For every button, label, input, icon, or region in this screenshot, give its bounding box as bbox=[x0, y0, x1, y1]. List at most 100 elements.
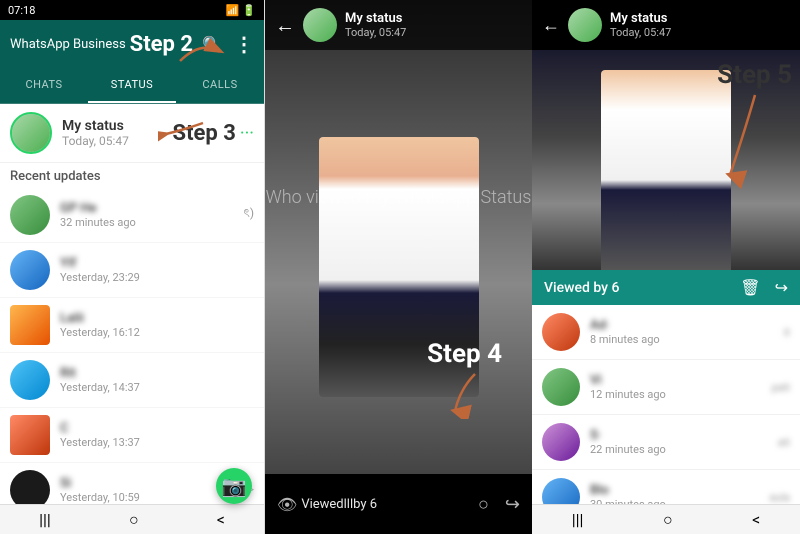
viewer-item[interactable]: S· 22 minutes ago ati bbox=[532, 415, 800, 470]
my-status-time: Today, 05:47 bbox=[62, 134, 173, 148]
app-header: WhatsApp Business Step 2 🔍 ⋮ bbox=[0, 20, 264, 68]
nav-recent-apps[interactable]: ||| bbox=[39, 510, 51, 529]
viewer-name: Vi bbox=[590, 373, 666, 388]
contact-right: ৎ) bbox=[243, 205, 254, 225]
avatar bbox=[10, 470, 50, 504]
list-item[interactable]: YIf Yesterday, 23:29 bbox=[0, 243, 264, 298]
bottom-nav: ||| ○ < bbox=[0, 504, 264, 534]
step5-label: Step 5 bbox=[717, 60, 792, 90]
contact-name: GP He bbox=[60, 201, 243, 216]
circle-icon[interactable]: ○ bbox=[478, 494, 489, 515]
contact-time: 32 minutes ago bbox=[60, 216, 243, 229]
list-item[interactable]: GP He 32 minutes ago ৎ) bbox=[0, 188, 264, 243]
story-footer: 👁 Viewedlllby 6 ○ ↪ bbox=[265, 474, 532, 534]
list-item[interactable]: Lalii Yesterday, 16:12 bbox=[0, 298, 264, 353]
avatar bbox=[10, 415, 50, 455]
viewed-by-action-icons: 🗑 ↪ bbox=[740, 278, 788, 297]
avatar bbox=[10, 360, 50, 400]
back-button[interactable]: ← bbox=[542, 15, 560, 36]
more-icon[interactable]: ⋮ bbox=[234, 32, 254, 56]
story-time: Today, 05:47 bbox=[610, 26, 671, 39]
contact-name: C bbox=[60, 421, 254, 436]
footer-icons: ○ ↪ bbox=[478, 494, 520, 515]
panel3-story-header: ← My status Today, 05:47 bbox=[532, 0, 800, 50]
my-status-more[interactable]: ··· bbox=[240, 123, 254, 144]
step5-annotation: Step 5 bbox=[717, 60, 792, 90]
list-item[interactable]: Rit Yesterday, 14:37 bbox=[0, 353, 264, 408]
nav-home[interactable]: ○ bbox=[663, 510, 673, 530]
eye-icon: 👁 bbox=[277, 495, 297, 514]
avatar bbox=[10, 250, 50, 290]
tab-calls[interactable]: CALLS bbox=[176, 68, 264, 103]
viewed-by-bar: Viewed by 6 🗑 ↪ bbox=[532, 270, 800, 305]
story-time: Today, 05:47 bbox=[345, 26, 406, 39]
share-icon[interactable]: ↪ bbox=[775, 278, 788, 297]
who-viewed-overlay: Who viewed my WhatsApp Status bbox=[265, 187, 532, 208]
viewed-by-text: Viewed by 6 bbox=[544, 280, 619, 296]
time: 07:18 bbox=[8, 4, 35, 17]
step2-badge: Step 2 bbox=[130, 32, 193, 57]
viewer-name: Blo bbox=[590, 483, 666, 498]
contact-time: Yesterday, 23:29 bbox=[60, 271, 254, 284]
camera-fab[interactable]: 📷 bbox=[216, 468, 252, 504]
panel3-story-photo: Step 5 bbox=[532, 50, 800, 270]
viewer-role: ati bbox=[778, 436, 790, 449]
search-icon[interactable]: 🔍 bbox=[202, 35, 222, 54]
avatar bbox=[10, 195, 50, 235]
step5-arrow-svg bbox=[700, 90, 780, 190]
my-status-info: My status Today, 05:47 bbox=[62, 118, 173, 148]
viewer-item[interactable]: Blo 30 minutes ago aula bbox=[532, 470, 800, 504]
contact-time: Yesterday, 14:37 bbox=[60, 381, 254, 394]
story-title: My status bbox=[345, 11, 406, 26]
step4-label: Step 4 bbox=[427, 339, 502, 369]
share-icon[interactable]: ↪ bbox=[505, 494, 520, 515]
viewer-time: 12 minutes ago bbox=[590, 388, 666, 401]
panel-viewed-by: ← My status Today, 05:47 Step 5 Viewed b… bbox=[532, 0, 800, 534]
viewer-time: 22 minutes ago bbox=[590, 443, 666, 456]
story-avatar bbox=[303, 8, 337, 42]
contact-time: Yesterday, 13:37 bbox=[60, 436, 254, 449]
list-item[interactable]: C Yesterday, 13:37 bbox=[0, 408, 264, 463]
nav-back[interactable]: < bbox=[752, 510, 760, 529]
status-bar: 07:18 📶 🔋 bbox=[0, 0, 264, 20]
nav-tabs: CHATS STATUS CALLS bbox=[0, 68, 264, 104]
viewer-role: it bbox=[784, 326, 790, 339]
viewer-item[interactable]: Ad· 8 minutes ago it bbox=[532, 305, 800, 360]
viewed-count: Viewedlllby 6 bbox=[301, 497, 478, 512]
viewer-avatar bbox=[542, 313, 580, 351]
nav-recent-apps[interactable]: ||| bbox=[572, 510, 584, 529]
tab-chats[interactable]: CHATS bbox=[0, 68, 88, 103]
status-icons: 📶 🔋 bbox=[226, 4, 256, 17]
contact-time: Yesterday, 16:12 bbox=[60, 326, 254, 339]
contact-name: Lalii bbox=[60, 311, 254, 326]
avatar bbox=[10, 305, 50, 345]
story-avatar bbox=[568, 8, 602, 42]
trash-icon[interactable]: 🗑 bbox=[740, 278, 760, 297]
viewer-role: pati bbox=[772, 381, 790, 394]
nav-back[interactable]: < bbox=[217, 510, 225, 529]
viewer-name: S· bbox=[590, 428, 666, 443]
panel3-bottom-nav: ||| ○ < bbox=[532, 504, 800, 534]
step3-arrow bbox=[158, 118, 208, 142]
my-status-name: My status bbox=[62, 118, 173, 134]
contact-name: Rit bbox=[60, 366, 254, 381]
app-title: WhatsApp Business Step 2 bbox=[10, 32, 193, 57]
back-button[interactable]: ← bbox=[275, 13, 295, 38]
viewer-time: 8 minutes ago bbox=[590, 333, 660, 346]
contact-time: Yesterday, 10:59 bbox=[60, 491, 244, 504]
viewer-avatar bbox=[542, 478, 580, 504]
my-status-avatar bbox=[10, 112, 52, 154]
step4-arrow-svg bbox=[440, 369, 490, 419]
tab-status[interactable]: STATUS bbox=[88, 68, 176, 103]
header-icons[interactable]: 🔍 ⋮ bbox=[202, 32, 254, 56]
my-status-row[interactable]: My status Today, 05:47 Step 3 ··· bbox=[0, 104, 264, 163]
panel-whatsapp-status: 07:18 📶 🔋 WhatsApp Business Step 2 🔍 ⋮ C… bbox=[0, 0, 265, 534]
viewer-item[interactable]: Vi 12 minutes ago pati bbox=[532, 360, 800, 415]
viewer-role: aula bbox=[769, 491, 790, 504]
nav-home[interactable]: ○ bbox=[129, 510, 139, 530]
recent-updates-label: Recent updates bbox=[0, 163, 264, 188]
contact-name: YIf bbox=[60, 256, 254, 271]
app-name-text: WhatsApp Business bbox=[10, 37, 126, 52]
panel-story-view: ← My status Today, 05:47 Who viewed my W… bbox=[265, 0, 532, 534]
viewer-avatar bbox=[542, 423, 580, 461]
